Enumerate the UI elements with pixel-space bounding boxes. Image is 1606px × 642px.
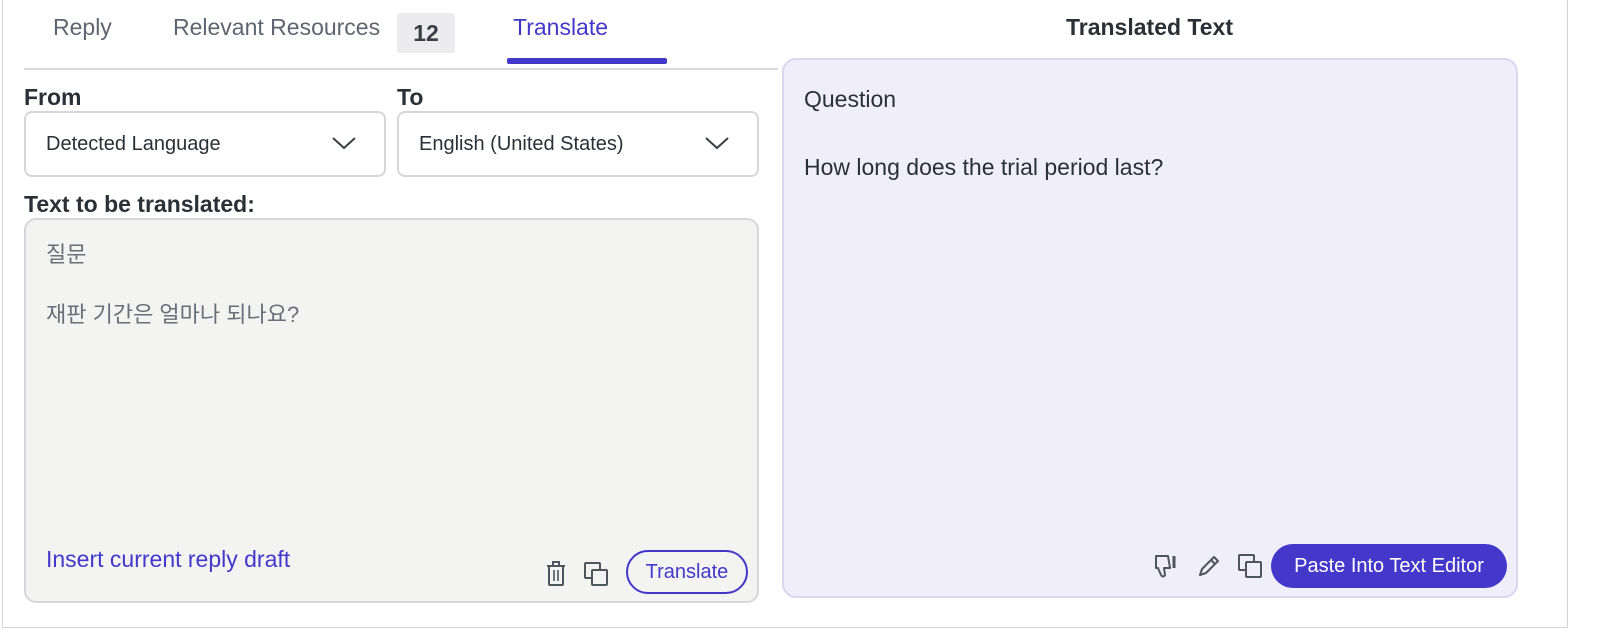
thumbs-down-icon[interactable] (1150, 550, 1182, 582)
to-label: To (397, 84, 424, 110)
copy-icon[interactable] (580, 558, 612, 590)
paste-into-editor-button[interactable]: Paste Into Text Editor (1271, 544, 1507, 588)
from-label: From (24, 84, 82, 110)
copy-icon[interactable] (1234, 550, 1266, 582)
tab-bar: Reply Relevant Resources 12 Translate (24, 0, 778, 70)
resources-count-badge: 12 (397, 13, 455, 53)
to-language-select[interactable]: English (United States) (397, 111, 759, 177)
active-tab-indicator (507, 58, 667, 64)
to-language-value: English (United States) (419, 132, 624, 155)
translated-text-title: Translated Text (1065, 14, 1234, 40)
translate-button[interactable]: Translate (626, 550, 748, 594)
chevron-down-icon (705, 137, 729, 150)
chevron-down-icon (332, 137, 356, 150)
tab-translate[interactable]: Translate (513, 14, 608, 41)
tab-relevant-resources[interactable]: Relevant Resources (173, 14, 380, 41)
source-text-area[interactable]: 질문 재판 기간은 얼마나 되나요? Insert current reply … (24, 218, 759, 603)
translated-text: Question How long does the trial period … (804, 86, 1164, 180)
source-text-label: Text to be translated: (24, 191, 255, 217)
from-language-select[interactable]: Detected Language (24, 111, 386, 177)
tab-reply[interactable]: Reply (53, 14, 112, 41)
pencil-icon[interactable] (1193, 550, 1225, 582)
trash-icon[interactable] (540, 558, 572, 590)
source-text: 질문 재판 기간은 얼마나 되나요? (46, 242, 300, 327)
insert-reply-draft-link[interactable]: Insert current reply draft (46, 546, 290, 573)
translated-text-area: Question How long does the trial period … (782, 58, 1518, 598)
from-language-value: Detected Language (46, 132, 221, 155)
